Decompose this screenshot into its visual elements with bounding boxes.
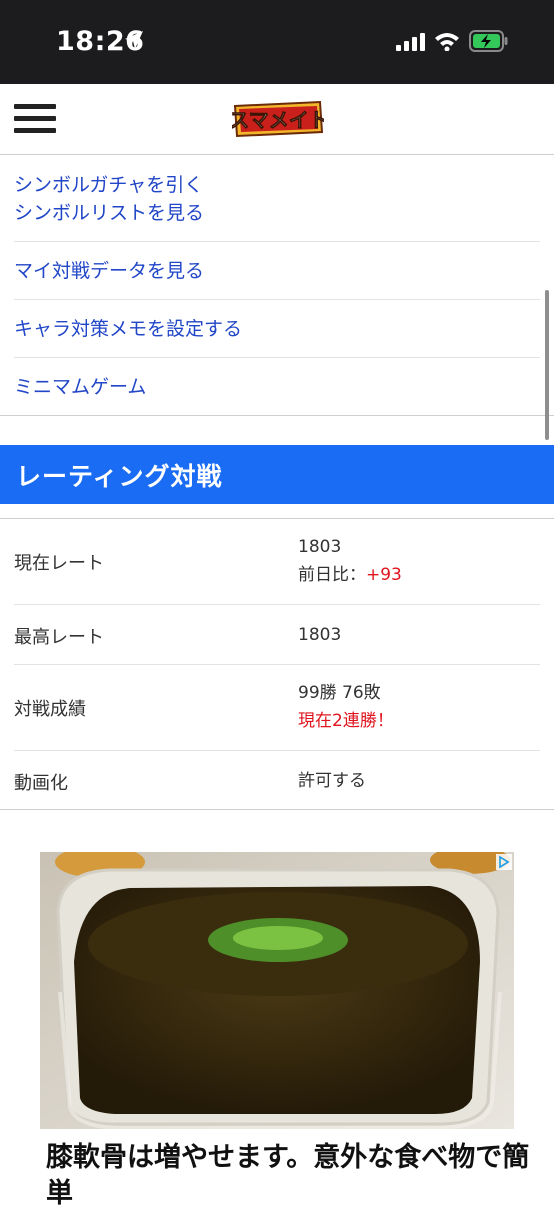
cellular-signal-icon bbox=[396, 33, 426, 55]
menu-item-character-memo: キャラ対策メモを設定する bbox=[14, 300, 540, 358]
status-bar: 18:26 bbox=[0, 0, 554, 84]
menu-link-symbol-gacha[interactable]: シンボルガチャを引く bbox=[14, 171, 540, 199]
divider bbox=[0, 809, 554, 810]
stats-row-max-rate: 最高レート 1803 bbox=[14, 605, 540, 665]
menu-link-battle-data[interactable]: マイ対戦データを見る bbox=[14, 257, 540, 285]
ad-choices-icon[interactable] bbox=[496, 854, 512, 874]
diff-prefix: 前日比： bbox=[298, 565, 366, 585]
menu-link-character-memo[interactable]: キャラ対策メモを設定する bbox=[14, 315, 540, 343]
diff-value: +93 bbox=[366, 565, 402, 585]
stats-value-record: 99勝 76敗 現在2連勝！ bbox=[298, 679, 394, 735]
menu-link-symbol-list[interactable]: シンボルリストを見る bbox=[14, 199, 540, 227]
site-logo[interactable]: スマメイト bbox=[229, 98, 329, 144]
site-header: スマメイト bbox=[0, 84, 554, 155]
menu-item-battle-data: マイ対戦データを見る bbox=[14, 242, 540, 300]
menu-link-minimum-game[interactable]: ミニマムゲーム bbox=[14, 373, 540, 401]
stats-label: 最高レート bbox=[14, 627, 104, 648]
menu-list: シンボルガチャを引く シンボルリストを見る マイ対戦データを見る キャラ対策メモ… bbox=[0, 155, 554, 416]
stats-row-video: 動画化 許可する bbox=[14, 751, 540, 809]
battery-charging-icon bbox=[469, 30, 509, 56]
menu-item-minimum-game: ミニマムゲーム bbox=[14, 358, 540, 416]
location-arrow-icon bbox=[124, 30, 144, 54]
ad-headline[interactable]: 膝軟骨は増やせます。意外な食べ物で簡単 bbox=[46, 1140, 546, 1212]
stats-value-current-rate: 1803 前日比：+93 bbox=[298, 533, 402, 589]
divider bbox=[0, 415, 554, 416]
stats-label: 動画化 bbox=[14, 773, 68, 794]
rating-stats-table: 現在レート 1803 前日比：+93 最高レート 1803 対戦成績 99勝 7… bbox=[0, 519, 554, 809]
video-value: 許可する bbox=[298, 771, 366, 791]
stats-label: 現在レート bbox=[14, 553, 104, 574]
section-title: レーティング対戦 bbox=[16, 462, 223, 491]
hamburger-menu-icon[interactable] bbox=[14, 104, 56, 136]
stats-label: 対戦成績 bbox=[14, 699, 86, 720]
record-value: 99勝 76敗 bbox=[298, 683, 381, 703]
scrollbar[interactable] bbox=[545, 290, 549, 440]
section-header-rating: レーティング対戦 bbox=[0, 445, 554, 504]
menu-group-symbol: シンボルガチャを引く シンボルリストを見る bbox=[14, 155, 540, 242]
svg-text:スマメイト: スマメイト bbox=[232, 108, 324, 132]
ad-image[interactable] bbox=[40, 852, 514, 1129]
stats-row-current-rate: 現在レート 1803 前日比：+93 bbox=[14, 519, 540, 605]
current-rate-value: 1803 bbox=[298, 537, 342, 557]
win-streak: 現在2連勝！ bbox=[298, 711, 394, 731]
wifi-icon bbox=[434, 31, 460, 55]
stats-row-record: 対戦成績 99勝 76敗 現在2連勝！ bbox=[14, 665, 540, 751]
max-rate-value: 1803 bbox=[298, 625, 342, 645]
